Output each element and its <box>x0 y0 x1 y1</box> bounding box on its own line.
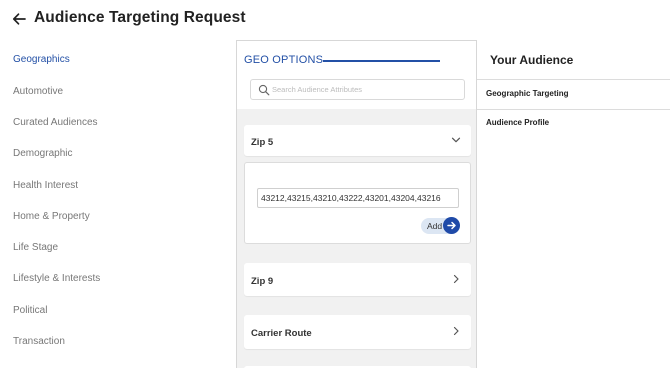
geo-options-header: GEO OPTIONS <box>237 41 476 79</box>
zip5-panel: Add <box>244 162 471 244</box>
sidebar-item-health-interest[interactable]: Health Interest <box>13 180 78 191</box>
arrow-left-icon[interactable] <box>12 12 26 26</box>
chevron-right-icon[interactable] <box>451 274 461 284</box>
divider <box>477 79 670 80</box>
arrow-right-circle-icon <box>443 217 460 234</box>
sidebar-item-curated-audiences[interactable]: Curated Audiences <box>13 117 98 128</box>
zip5-input[interactable] <box>257 188 459 208</box>
sidebar-item-geographics[interactable]: Geographics <box>13 54 70 65</box>
search-icon <box>258 84 270 96</box>
zip5-accordion-header[interactable]: Zip 5 <box>244 125 471 156</box>
your-audience-title: Your Audience <box>490 53 574 67</box>
geo-options-title: GEO OPTIONS <box>244 54 324 66</box>
sidebar-item-political[interactable]: Political <box>13 305 47 316</box>
audience-profile-section[interactable]: Audience Profile <box>486 118 549 127</box>
divider <box>477 109 670 110</box>
sidebar-item-life-stage[interactable]: Life Stage <box>13 242 58 253</box>
chevron-down-icon[interactable] <box>451 135 461 145</box>
zip9-accordion-header[interactable]: Zip 9 <box>244 263 471 296</box>
geo-options-panel: GEO OPTIONS Zip 5 Add Zip 9 <box>236 40 477 368</box>
sidebar-item-lifestyle-interests[interactable]: Lifestyle & Interests <box>13 273 100 284</box>
page-header: Audience Targeting Request <box>0 0 670 40</box>
page-title: Audience Targeting Request <box>34 9 246 26</box>
search-input[interactable] <box>272 82 457 97</box>
search-area <box>237 79 476 109</box>
carrier-route-label: Carrier Route <box>251 328 312 339</box>
sidebar-item-transaction[interactable]: Transaction <box>13 336 65 347</box>
add-button-label: Add <box>427 221 443 231</box>
your-audience-panel: Your Audience Geographic Targeting Audie… <box>477 40 670 368</box>
geo-title-underline <box>323 60 440 62</box>
sidebar-item-automotive[interactable]: Automotive <box>13 86 63 97</box>
zip9-label: Zip 9 <box>251 276 274 287</box>
add-button[interactable]: Add <box>421 217 460 234</box>
search-box <box>250 79 465 100</box>
sidebar-item-home-property[interactable]: Home & Property <box>13 211 90 222</box>
zip5-label: Zip 5 <box>251 137 274 148</box>
sidebar-item-demographic[interactable]: Demographic <box>13 148 72 159</box>
chevron-right-icon[interactable] <box>451 326 461 336</box>
carrier-route-accordion-header[interactable]: Carrier Route <box>244 315 471 349</box>
geographic-targeting-section[interactable]: Geographic Targeting <box>486 89 569 98</box>
